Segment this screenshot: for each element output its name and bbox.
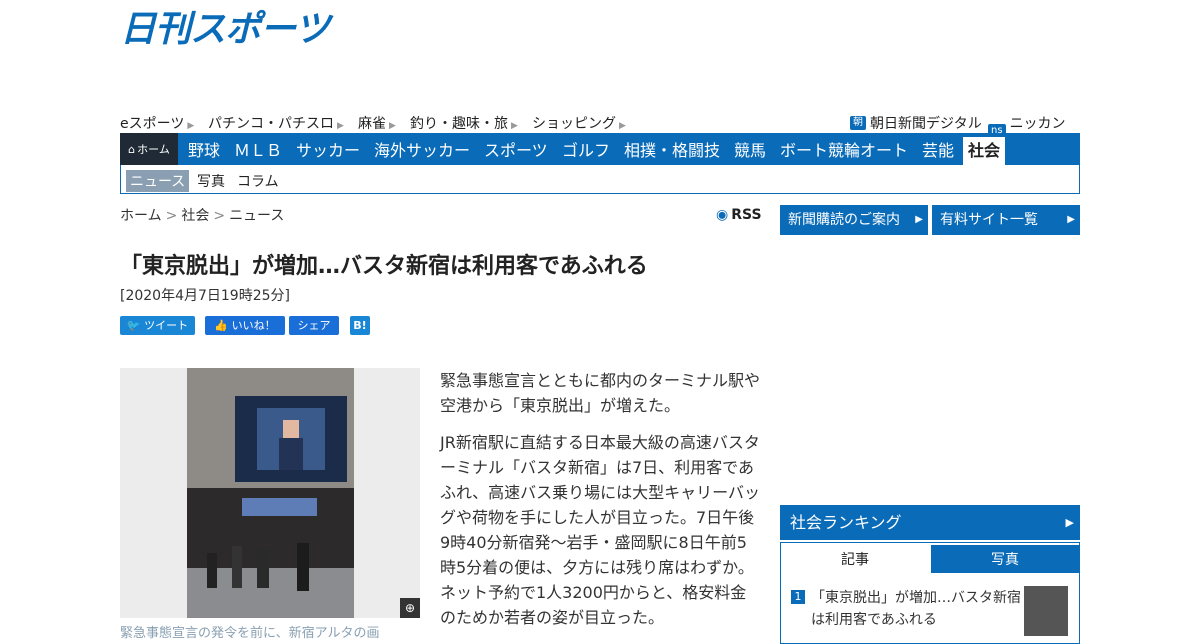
- arrow-icon: ▶: [511, 121, 518, 131]
- ranking-header[interactable]: 社会ランキング ▶: [780, 505, 1080, 540]
- tab-photos[interactable]: 写真: [197, 171, 225, 191]
- rss-icon: ◉: [716, 207, 729, 223]
- caret-right-icon: ▶: [1065, 516, 1074, 529]
- article-paragraph: JR新宿駅に直結する日本最大級の高速バスターミナル「バスタ新宿」は7日、利用客で…: [440, 433, 761, 627]
- nav-home[interactable]: ⌂ ホーム: [120, 133, 178, 165]
- asahi-digital-link[interactable]: 朝朝日新聞デジタル: [850, 113, 982, 133]
- asahi-icon: 朝: [850, 116, 866, 130]
- photo-image: [187, 368, 354, 618]
- rank-number: 1: [791, 590, 805, 604]
- breadcrumb-separator: >: [165, 208, 178, 224]
- paid-sites-button[interactable]: 有料サイト一覧 ▶: [932, 205, 1080, 235]
- nav-item-golf[interactable]: ゴルフ: [562, 133, 610, 165]
- breadcrumb-home[interactable]: ホーム: [120, 208, 162, 224]
- tab-column[interactable]: コラム: [237, 171, 279, 191]
- home-icon: ⌂: [128, 142, 136, 156]
- nav-item-overseas-soccer[interactable]: 海外サッカー: [374, 133, 470, 165]
- nav-item-soccer[interactable]: サッカー: [296, 133, 360, 165]
- site-logo[interactable]: 日刊スポーツ: [120, 10, 330, 50]
- article-paragraph: 緊急事態宣言とともに都内のターミナル駅や空港から「東京脱出」が増えた。: [440, 371, 761, 415]
- subscription-button[interactable]: 新聞購読のご案内 ▶: [780, 205, 928, 235]
- tweet-button[interactable]: 🐦 ツイート: [120, 316, 195, 335]
- article-title: 「東京脱出」が増加…バスタ新宿は利用客であふれる: [120, 254, 648, 279]
- sub-navigation: eスポーツ ▶ パチンコ・パチスロ ▶ 麻雀 ▶ 釣り・趣味・旅 ▶ ショッピング ▶ 朝…: [120, 113, 1080, 149]
- breadcrumb-current: ニュース: [229, 208, 285, 224]
- page: 日刊スポーツ eスポーツ ▶ パチンコ・パチスロ ▶ 麻雀 ▶ 釣り・趣味・旅 ▶ ショ…: [120, 0, 1080, 644]
- breadcrumb-separator: >: [213, 208, 226, 224]
- thumbs-up-icon: 👍: [214, 319, 229, 332]
- share-button[interactable]: シェア: [289, 316, 339, 335]
- arrow-icon: ▶: [337, 121, 344, 131]
- nav-item-sports[interactable]: スポーツ: [484, 133, 548, 165]
- nav-item-society[interactable]: 社会: [963, 137, 1006, 165]
- arrow-icon: ▶: [187, 121, 195, 131]
- nav-item-entertainment[interactable]: 芸能: [922, 133, 954, 165]
- like-button[interactable]: 👍 いいね！: [205, 316, 285, 335]
- caret-right-icon: ▶: [915, 214, 923, 225]
- nav-item-sumo[interactable]: 相撲・格闘技: [624, 133, 720, 165]
- rss-link[interactable]: ◉ RSS: [716, 207, 762, 223]
- ranking-panel: 記事 写真 1 「東京脱出」が増加…バスタ新宿は利用客であふれる: [780, 542, 1080, 644]
- subnav-item-pachinko[interactable]: パチンコ・パチスロ ▶: [208, 113, 344, 133]
- hatena-bookmark-button[interactable]: B!: [350, 316, 370, 335]
- nav-item-keiba[interactable]: 競馬: [734, 133, 766, 165]
- photo-caption: 緊急事態宣言の発令を前に、新宿アルタの画: [120, 626, 380, 641]
- article-date: [2020年4月7日19時25分]: [120, 288, 290, 304]
- subnav-item-shopping[interactable]: ショッピング ▶: [532, 113, 626, 133]
- caret-right-icon: ▶: [1067, 214, 1075, 225]
- nav-item-baseball[interactable]: 野球: [188, 133, 220, 165]
- breadcrumb: ホーム > 社会 > ニュース: [120, 205, 284, 225]
- nav-item-boat[interactable]: ボート競輪オート: [780, 133, 908, 165]
- tab-news[interactable]: ニュース: [126, 170, 190, 192]
- ranking-item-link[interactable]: 「東京脱出」が増加…バスタ新宿は利用客であふれる: [811, 587, 1021, 631]
- breadcrumb-society[interactable]: 社会: [181, 208, 209, 224]
- ranking-thumbnail[interactable]: [1024, 586, 1068, 636]
- ranking-tab-articles[interactable]: 記事: [781, 545, 929, 573]
- section-navigation: ニュース 写真 コラム: [120, 165, 1080, 194]
- main-navigation: ⌂ ホーム 野球 ＭＬＢ サッカー 海外サッカー スポーツ ゴルフ 相撲・格闘技 …: [120, 133, 1080, 165]
- ranking-tab-photos[interactable]: 写真: [931, 545, 1079, 573]
- article-photo[interactable]: ⊕: [120, 368, 420, 618]
- arrow-icon: ▶: [619, 121, 626, 131]
- article-body: 緊急事態宣言とともに都内のターミナル駅や空港から「東京脱出」が増えた。 JR新宿…: [440, 368, 762, 642]
- nav-item-mlb[interactable]: ＭＬＢ: [234, 133, 282, 165]
- zoom-icon[interactable]: ⊕: [400, 598, 420, 618]
- twitter-icon: 🐦: [126, 319, 141, 332]
- subnav-item-esports[interactable]: eスポーツ ▶: [120, 113, 194, 133]
- subnav-item-hobby[interactable]: 釣り・趣味・旅 ▶: [410, 113, 518, 133]
- arrow-icon: ▶: [389, 121, 396, 131]
- subnav-item-mahjong[interactable]: 麻雀 ▶: [358, 113, 396, 133]
